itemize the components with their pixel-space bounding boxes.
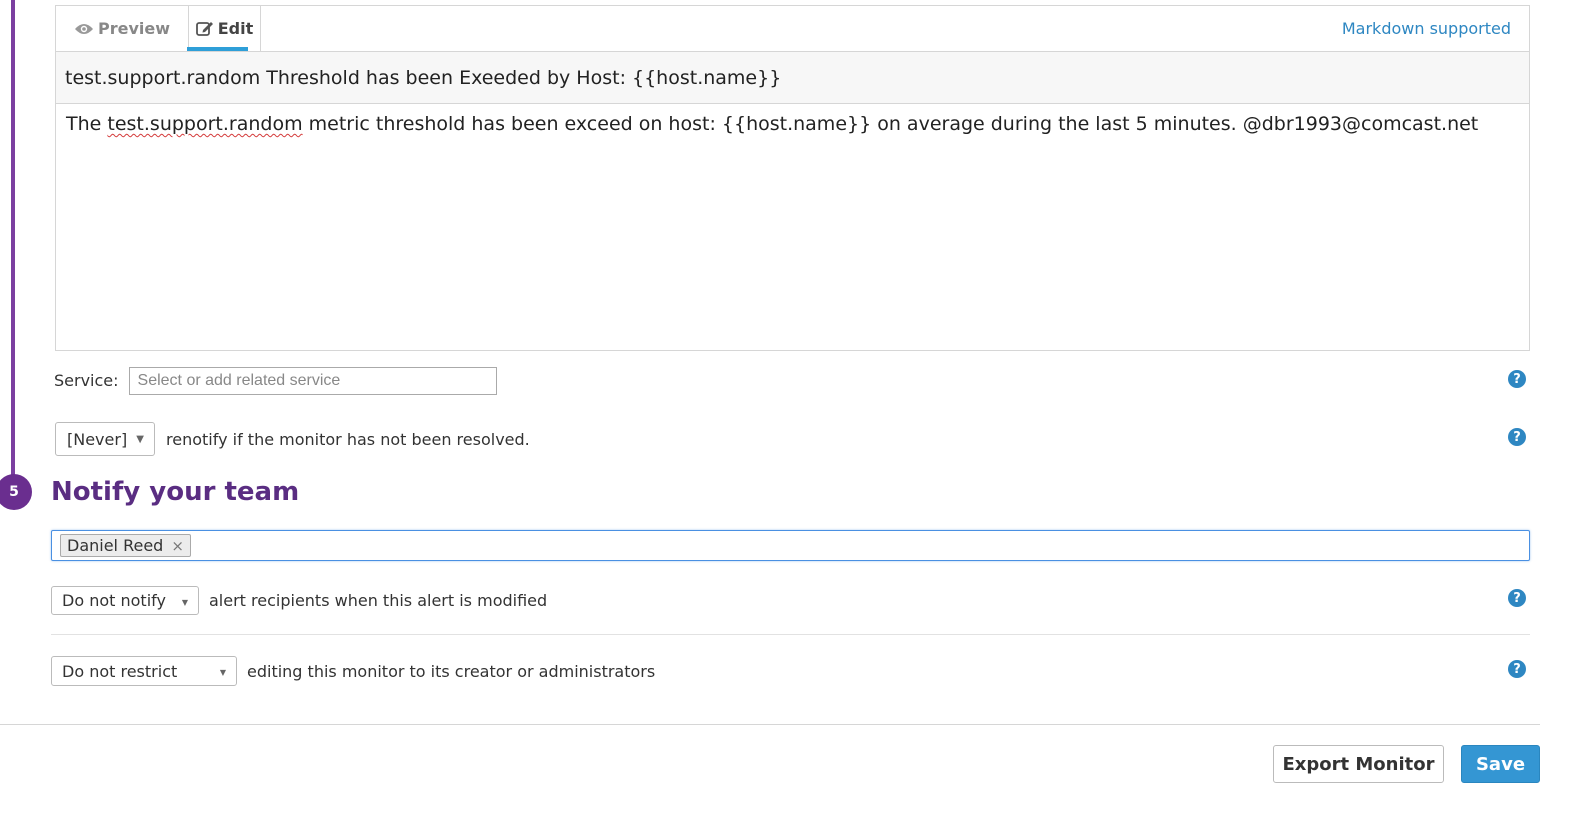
renotify-selected-value: [Never] — [67, 429, 128, 449]
misspelled-word: test.support.random — [107, 113, 303, 135]
service-help-icon[interactable]: ? — [1508, 370, 1526, 388]
service-label: Service: — [54, 371, 119, 390]
step-number-badge: 5 — [0, 474, 32, 510]
export-monitor-button[interactable]: Export Monitor — [1273, 745, 1444, 783]
message-editor: Preview Edit Markdown supported test.sup… — [55, 5, 1530, 351]
recipient-chip: Daniel Reed × — [60, 534, 191, 557]
modify-notify-text: alert recipients when this alert is modi… — [209, 591, 548, 610]
renotify-text: renotify if the monitor has not been res… — [166, 429, 530, 449]
renotify-help-icon[interactable]: ? — [1508, 428, 1526, 446]
message-body-textarea[interactable]: The test.support.random metric threshold… — [56, 104, 1529, 144]
recipients-input[interactable]: Daniel Reed × — [51, 530, 1530, 561]
tab-edit[interactable]: Edit — [187, 6, 261, 51]
caret-down-icon: ▼ — [219, 668, 226, 677]
section-divider — [51, 634, 1530, 635]
service-row: Service: — [54, 365, 497, 396]
save-button[interactable]: Save — [1461, 745, 1540, 783]
modify-notify-selected-value: Do not notify — [62, 591, 166, 610]
body-rest: metric threshold has been exceed on host… — [302, 113, 1479, 135]
caret-down-icon: ▼ — [136, 433, 144, 445]
markdown-supported-link[interactable]: Markdown supported — [1342, 6, 1511, 51]
tab-preview-label: Preview — [98, 19, 171, 38]
service-input[interactable] — [128, 366, 497, 395]
step-connector-line — [11, 0, 15, 478]
editor-tab-bar: Preview Edit Markdown supported — [56, 6, 1529, 52]
notify-team-heading: Notify your team — [51, 477, 300, 507]
modify-notify-row: Do not notify ▼ alert recipients when th… — [51, 586, 547, 615]
recipient-name: Daniel Reed — [67, 536, 164, 555]
restrict-help-icon[interactable]: ? — [1508, 660, 1526, 678]
caret-down-icon: ▼ — [181, 598, 188, 607]
edit-icon — [195, 20, 214, 37]
restrict-text: editing this monitor to its creator or a… — [247, 661, 656, 681]
restrict-select[interactable]: Do not restrict ▼ — [51, 656, 237, 686]
modify-notify-select[interactable]: Do not notify ▼ — [51, 586, 199, 615]
body-prefix: The — [66, 113, 108, 135]
footer-divider — [0, 724, 1540, 725]
eye-icon — [74, 22, 94, 36]
tab-preview[interactable]: Preview — [74, 6, 170, 51]
modify-notify-help-icon[interactable]: ? — [1508, 589, 1526, 607]
tab-edit-label: Edit — [217, 19, 254, 38]
message-subject-field[interactable]: test.support.random Threshold has been E… — [56, 52, 1529, 104]
remove-recipient-icon[interactable]: × — [171, 537, 184, 555]
renotify-row: [Never] ▼ renotify if the monitor has no… — [55, 422, 530, 456]
restrict-selected-value: Do not restrict — [62, 661, 178, 681]
restrict-row: Do not restrict ▼ editing this monitor t… — [51, 656, 655, 686]
renotify-select[interactable]: [Never] ▼ — [55, 422, 155, 456]
